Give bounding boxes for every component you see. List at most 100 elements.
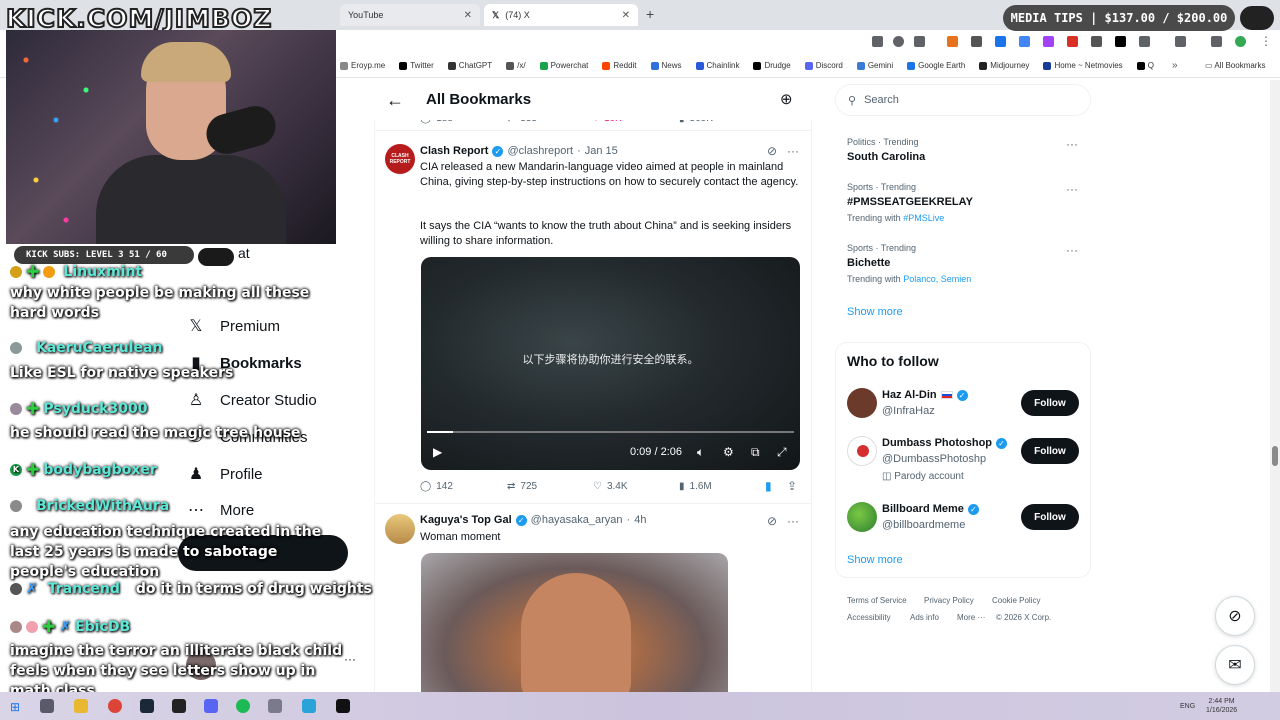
extension-metamask-icon[interactable] [947,36,958,47]
extension-shield-icon[interactable] [971,36,982,47]
bookmark-item[interactable]: Twitter [399,61,434,70]
language-indicator[interactable]: ENG [1180,703,1195,710]
new-tab-icon[interactable]: + [646,6,654,22]
account-menu-icon[interactable]: ··· [344,652,356,666]
bookmark-item[interactable]: News [650,61,682,70]
file-explorer-icon[interactable] [74,699,88,713]
trend-more-icon[interactable]: ··· [1066,182,1078,196]
back-arrow-icon[interactable]: ← [386,90,404,111]
windows-start-icon[interactable]: ⊞ [10,700,20,714]
bookmark-item[interactable]: ChatGPT [447,61,492,70]
bookmark-item[interactable]: Drudge [753,61,791,70]
view-count[interactable]: ▮ 1.6M [679,481,712,492]
task-view-icon[interactable] [40,699,54,713]
bookmark-item[interactable]: Home ~ Netmovies [1043,61,1123,70]
tweet-handle[interactable]: @clashreport [507,145,573,157]
x-extension-icon[interactable] [1115,36,1126,47]
user-name[interactable]: Haz Al-Din [882,389,937,401]
settings-icon[interactable]: ⚙ [723,445,734,459]
footer-more[interactable]: More ··· [957,613,985,622]
follow-button[interactable]: Follow [1021,438,1079,464]
show-more-trends-link[interactable]: Show more [847,306,903,318]
volume-icon[interactable]: 🔈︎ [697,445,704,460]
profile-avatar-icon[interactable] [1235,36,1246,47]
bookmark-item[interactable]: Discord [804,61,843,70]
user-name[interactable]: Dumbass Photoshop [882,437,992,449]
nav-item-partial[interactable]: at [238,245,250,261]
app-icon[interactable] [268,699,282,713]
bookmark-item[interactable]: Google Earth [907,61,965,70]
nav-item-more[interactable]: ⋯ More [186,500,254,520]
search-box[interactable]: ⚲ Search [835,84,1091,116]
close-tab-icon[interactable]: ✕ [622,10,630,21]
bookmark-item[interactable]: Midjourney [979,61,1029,70]
menu-icon[interactable]: ⋮ [1260,34,1272,48]
video-progress-bar[interactable] [427,431,794,433]
trend-more-icon[interactable]: ··· [1066,243,1078,257]
fullscreen-icon[interactable]: ⤢ [777,445,787,460]
footer-accessibility[interactable]: Accessibility [847,613,891,622]
bookmark-item[interactable]: Q [1136,61,1154,70]
bookmark-item[interactable]: Gemini [856,61,893,70]
extension-icon[interactable] [995,36,1006,47]
bookmark-item[interactable]: Powerchat [539,61,588,70]
terminal-icon[interactable] [172,699,186,713]
sidepanel-icon[interactable] [1175,36,1186,47]
bookmark-filled-icon[interactable]: ▮ [765,479,772,493]
tweet-author-name[interactable]: Kaguya's Top Gal [420,514,512,526]
messages-icon[interactable]: ✉ [1215,645,1255,685]
trend-more-icon[interactable]: ··· [1066,137,1078,151]
nav-item-profile[interactable]: ♟ Profile [186,464,263,484]
bookmark-item[interactable]: Reddit [602,61,637,70]
zoom-icon[interactable] [893,36,904,47]
follow-button[interactable]: Follow [1021,390,1079,416]
more-options-icon[interactable]: ··· [787,144,799,158]
chrome-icon[interactable] [108,699,122,713]
tweet-author-name[interactable]: Clash Report [420,145,488,157]
grok-icon[interactable]: ⊘ [767,514,777,528]
tab-x[interactable]: 𝕏 (74) X ✕ [484,4,638,26]
show-more-follow-link[interactable]: Show more [847,554,903,566]
grok-icon[interactable]: ⊘ [767,144,777,158]
user-avatar[interactable] [847,502,877,532]
scrollbar-thumb[interactable] [1272,446,1278,466]
scrollbar[interactable] [1270,80,1280,692]
user-avatar[interactable] [847,388,877,418]
chevron-right-icon[interactable]: » [1172,60,1178,71]
trend-title[interactable]: Bichette [847,257,890,269]
tweet-handle[interactable]: @hayasaka_aryan [531,514,623,526]
close-tab-icon[interactable]: ✕ [464,10,472,21]
bookmark-item[interactable]: Chainlink [695,61,739,70]
steam-icon[interactable] [140,699,154,713]
tab-youtube[interactable]: YouTube ✕ [340,4,480,26]
extension-icon[interactable] [1019,36,1030,47]
share-icon[interactable]: ⇪ [787,479,797,493]
download-icon[interactable] [1211,36,1222,47]
bookmark-add-icon[interactable]: ⊕ [780,90,793,108]
telegram-icon[interactable] [302,699,316,713]
user-avatar[interactable] [847,436,877,466]
footer-cookie[interactable]: Cookie Policy [992,596,1040,605]
more-options-icon[interactable]: ··· [787,514,799,528]
user-name[interactable]: Billboard Meme [882,503,964,515]
tweet-time[interactable]: Jan 15 [585,145,618,157]
tweet-time[interactable]: 4h [634,514,646,526]
follow-button[interactable]: Follow [1021,504,1079,530]
discord-icon[interactable] [204,699,218,713]
reply-count[interactable]: ◯ 142 [420,481,453,492]
pip-icon[interactable]: ⧉ [751,445,760,460]
like-count[interactable]: ♡ 3.4K [593,481,628,492]
bookmark-item[interactable]: /x/ [506,61,526,70]
footer-privacy[interactable]: Privacy Policy [924,596,974,605]
extensions-puzzle-icon[interactable] [1139,36,1150,47]
tweet-media-image[interactable] [421,553,728,693]
tweet-avatar[interactable]: CLASH REPORT [385,144,415,174]
all-bookmarks-button[interactable]: ▭ All Bookmarks [1205,61,1265,70]
footer-ads[interactable]: Ads info [910,613,939,622]
trend-title[interactable]: #PMSSEATGEEKRELAY [847,196,973,208]
extension-icon[interactable] [1067,36,1078,47]
install-icon[interactable] [872,36,883,47]
play-icon[interactable]: ▶ [433,445,442,459]
video-player[interactable]: 以下步骤将协助你进行安全的联系。 ▶ 0:09 / 2:06 🔈︎ ⚙ ⧉ ⤢ [421,257,800,470]
trend-title[interactable]: South Carolina [847,151,925,163]
